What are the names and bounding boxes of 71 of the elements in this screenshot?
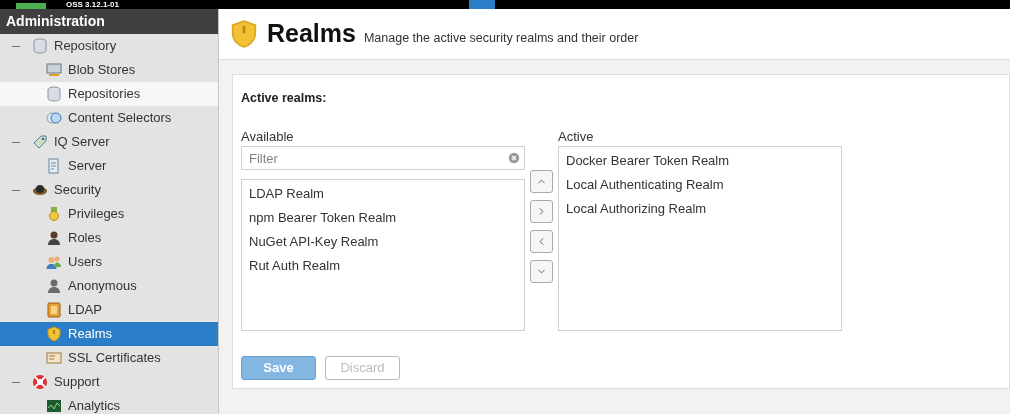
- clear-icon[interactable]: [507, 150, 521, 165]
- chart-icon: [46, 398, 62, 414]
- sidebar-item[interactable]: LDAP: [0, 298, 218, 322]
- item-label: Security: [54, 181, 101, 200]
- item-label: Blob Stores: [68, 61, 136, 80]
- document-icon: [46, 158, 62, 174]
- page-title: Realms: [267, 18, 356, 50]
- sidebar-item[interactable]: Analytics: [0, 394, 218, 414]
- sidebar-item[interactable]: Users: [0, 250, 218, 274]
- shield-icon: [231, 19, 257, 49]
- sidebar-item[interactable]: Repositories: [0, 82, 218, 106]
- sidebar-item[interactable]: Realms: [0, 322, 218, 346]
- person-icon: [46, 278, 62, 294]
- sidebar-item[interactable]: Content Selectors: [0, 106, 218, 130]
- item-label: Realms: [68, 325, 113, 344]
- item-label: Anonymous: [68, 277, 137, 296]
- page-subtitle: Manage the active security realms and their order: [363, 29, 639, 47]
- item-label: Analytics: [68, 397, 121, 414]
- sidebar-item[interactable]: Blob Stores: [0, 58, 218, 82]
- move-button[interactable]: [530, 259, 553, 283]
- people-icon: [46, 254, 62, 270]
- certificate-icon: [46, 350, 62, 366]
- item-label: SSL Certificates: [68, 349, 161, 368]
- lifebuoy-icon: [32, 374, 48, 390]
- sidebar-title: Administration: [0, 9, 218, 34]
- item-label: Support: [54, 373, 100, 392]
- tag-icon: [32, 134, 48, 150]
- medal-icon: [46, 206, 62, 222]
- version-label: OSS 3.12.1-01: [66, 0, 119, 9]
- move-button[interactable]: [530, 199, 553, 223]
- item-label: LDAP: [68, 301, 102, 320]
- sidebar-item[interactable]: Server: [0, 154, 218, 178]
- item-label: Privileges: [68, 205, 125, 224]
- item-label: Repository: [54, 37, 117, 56]
- filter-field[interactable]: Filter: [241, 146, 525, 171]
- section-title: Active realms:: [241, 90, 328, 107]
- realm-item[interactable]: npm Bearer Token Realm: [242, 205, 524, 230]
- realm-item[interactable]: Local Authenticating Realm: [559, 172, 841, 197]
- address-book-icon: [46, 302, 62, 318]
- sidebar-item[interactable]: IQ Server: [0, 130, 218, 154]
- item-label: Repositories: [68, 85, 141, 104]
- database-icon: [46, 86, 62, 102]
- move-button[interactable]: [530, 229, 553, 253]
- realm-item[interactable]: Rut Auth Realm: [242, 253, 524, 278]
- database-icon: [32, 38, 48, 54]
- item-label: Roles: [68, 229, 102, 248]
- monitor-icon: [46, 62, 62, 78]
- person-icon: [46, 230, 62, 246]
- sidebar-item[interactable]: Anonymous: [0, 274, 218, 298]
- sidebar-item[interactable]: Support: [0, 370, 218, 394]
- realm-item[interactable]: Docker Bearer Token Realm: [559, 148, 841, 173]
- helmet-icon: [32, 182, 48, 198]
- available-label: Available: [241, 127, 295, 144]
- sidebar-item[interactable]: Roles: [0, 226, 218, 250]
- realm-item[interactable]: NuGet API-Key Realm: [242, 229, 524, 254]
- active-tab-indicator: [468, 0, 495, 9]
- sidebar-item[interactable]: Repository: [0, 34, 218, 58]
- realm-item[interactable]: LDAP Realm: [242, 181, 524, 206]
- item-label: Server: [68, 157, 107, 176]
- item-label: Content Selectors: [68, 109, 172, 128]
- active-label: Active: [558, 127, 595, 144]
- item-label: IQ Server: [54, 133, 110, 152]
- sidebar-item[interactable]: Privileges: [0, 202, 218, 226]
- move-button[interactable]: [530, 169, 553, 193]
- item-label: Users: [68, 253, 102, 272]
- shield-icon: [46, 326, 62, 342]
- sidebar-item[interactable]: Security: [0, 178, 218, 202]
- sidebar-item[interactable]: SSL Certificates: [0, 346, 218, 370]
- circle-icon: [46, 110, 62, 126]
- logo-icon: [16, 3, 46, 9]
- realm-item[interactable]: Local Authorizing Realm: [559, 196, 841, 221]
